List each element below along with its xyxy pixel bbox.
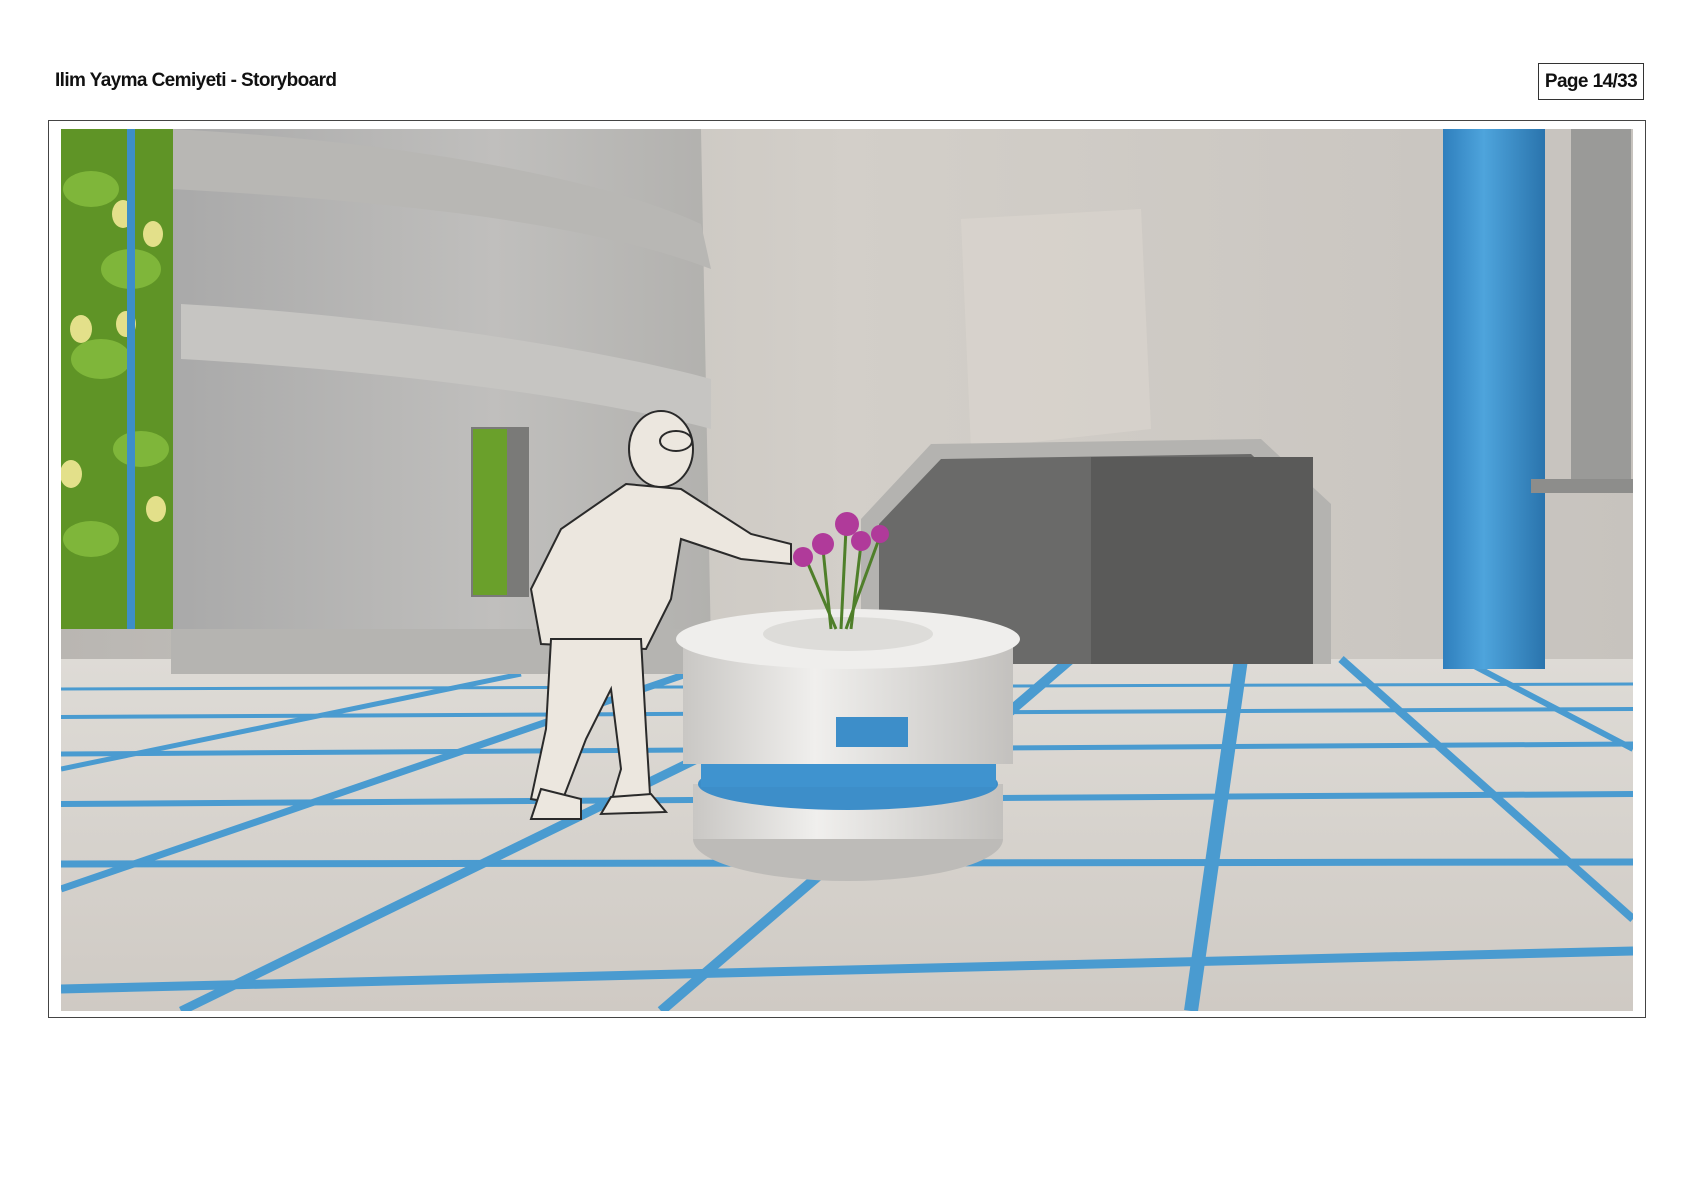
storyboard-panel-frame xyxy=(48,120,1646,1018)
right-frame-post xyxy=(1571,129,1631,489)
doorway-panel xyxy=(1091,457,1313,664)
pedestal xyxy=(676,609,1020,881)
storyboard-illustration xyxy=(61,129,1633,1011)
document-title: Ilim Yayma Cemiyeti - Storyboard xyxy=(55,70,337,91)
left-blue-post xyxy=(127,129,135,629)
page-indicator: Page 14/33 xyxy=(1538,63,1644,100)
blue-pillar xyxy=(1443,129,1545,669)
tower-window-plant xyxy=(473,429,507,595)
right-frame-bar xyxy=(1531,479,1633,493)
wall-light-patch xyxy=(961,209,1151,449)
